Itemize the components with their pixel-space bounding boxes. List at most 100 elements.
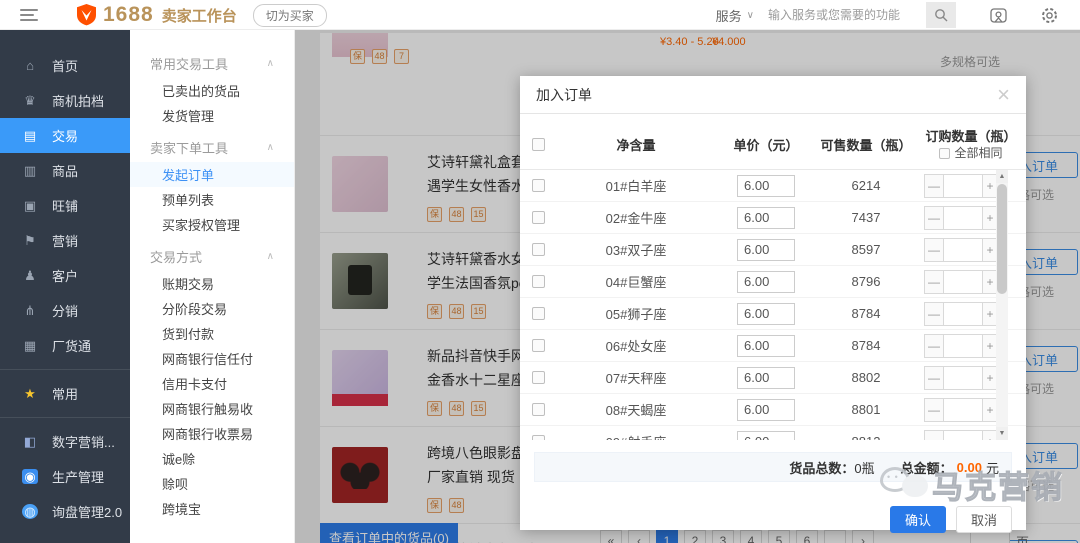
- submenu-item[interactable]: 已卖出的货品: [130, 78, 294, 103]
- qty-minus-button[interactable]: —: [924, 430, 944, 441]
- order-summary-bar: 货品总数： 0瓶 总金额： 0.00 元: [534, 452, 1012, 482]
- submenu-section[interactable]: 卖家下单工具∧: [130, 132, 294, 162]
- factory-icon: ▦: [22, 338, 38, 354]
- scroll-up-icon[interactable]: ▲: [996, 170, 1008, 183]
- qty-input[interactable]: [944, 270, 982, 294]
- sidebar-item-production[interactable]: ◉生产管理: [0, 459, 130, 494]
- submenu-item[interactable]: 网商银行信任付: [130, 346, 294, 371]
- sku-checkbox[interactable]: [532, 275, 545, 288]
- chevron-up-icon: ∧: [267, 251, 274, 262]
- qty-minus-button[interactable]: —: [924, 302, 944, 326]
- sku-checkbox[interactable]: [532, 339, 545, 352]
- qty-minus-button[interactable]: —: [924, 238, 944, 262]
- submenu-item[interactable]: 信用卡支付: [130, 371, 294, 396]
- sidebar-item-star[interactable]: ★常用: [0, 376, 130, 411]
- sku-stock: 7437: [816, 210, 916, 225]
- unit-price-input[interactable]: [737, 175, 795, 197]
- service-dropdown[interactable]: 服务 ∨: [716, 6, 754, 25]
- modal-scrollbar[interactable]: ▲ ▼: [996, 170, 1008, 440]
- scroll-down-icon[interactable]: ▼: [996, 427, 1008, 440]
- sidebar-item-shop[interactable]: ▣旺铺: [0, 188, 130, 223]
- qty-input[interactable]: [944, 398, 982, 422]
- search-input[interactable]: [768, 3, 926, 27]
- qty-minus-button[interactable]: —: [924, 206, 944, 230]
- column-unit-price: 单价（元）: [716, 135, 816, 154]
- qty-input[interactable]: [944, 366, 982, 390]
- menu-icon[interactable]: [20, 9, 38, 21]
- qty-input[interactable]: [944, 430, 982, 441]
- sku-checkbox[interactable]: [532, 211, 545, 224]
- gear-icon[interactable]: [1041, 7, 1058, 24]
- map-icon[interactable]: [990, 7, 1007, 24]
- qty-input[interactable]: [944, 174, 982, 198]
- sku-checkbox[interactable]: [532, 371, 545, 384]
- select-all-checkbox[interactable]: [532, 138, 545, 151]
- sidebar-item-clipboard[interactable]: ▤交易: [0, 118, 130, 153]
- unit-price-input[interactable]: [737, 207, 795, 229]
- submenu-item[interactable]: 货到付款: [130, 321, 294, 346]
- unit-price-input[interactable]: [737, 335, 795, 357]
- switch-to-buyer-button[interactable]: 切为买家: [253, 4, 327, 27]
- submenu-item[interactable]: 赊呗: [130, 471, 294, 496]
- cancel-button[interactable]: 取消: [956, 506, 1012, 533]
- sidebar-item-label: 商机拍档: [52, 91, 104, 110]
- sidebar-item-customer[interactable]: ♟客户: [0, 258, 130, 293]
- scrollbar-thumb[interactable]: [997, 184, 1007, 294]
- submenu-label: 货到付款: [162, 324, 214, 343]
- qty-input[interactable]: [944, 206, 982, 230]
- star-icon: ★: [22, 386, 38, 402]
- unit-price-input[interactable]: [737, 367, 795, 389]
- unit-price-input[interactable]: [737, 303, 795, 325]
- sidebar-item-crown[interactable]: ♛商机拍档: [0, 83, 130, 118]
- submenu-item[interactable]: 跨境宝: [130, 496, 294, 521]
- qty-input[interactable]: [944, 302, 982, 326]
- submenu-item[interactable]: 网商银行收票易: [130, 421, 294, 446]
- sidebar-item-digital-marketing[interactable]: ◧数字营销...: [0, 424, 130, 459]
- sidebar-item-goods[interactable]: ▥商品: [0, 153, 130, 188]
- submenu-item[interactable]: 发起订单: [130, 162, 294, 187]
- sku-checkbox[interactable]: [532, 435, 545, 440]
- sku-checkbox[interactable]: [532, 403, 545, 416]
- qty-input[interactable]: [944, 238, 982, 262]
- sku-checkbox[interactable]: [532, 243, 545, 256]
- all-same-checkbox[interactable]: [939, 148, 950, 159]
- total-amount-unit: 元: [986, 458, 999, 477]
- modal-footer: 确认 取消: [520, 506, 1026, 533]
- sku-price-cell: [737, 271, 795, 293]
- submenu-item[interactable]: 预单列表: [130, 187, 294, 212]
- submenu-item[interactable]: 分阶段交易: [130, 296, 294, 321]
- submenu-section[interactable]: 常用交易工具∧: [130, 48, 294, 78]
- qty-minus-button[interactable]: —: [924, 174, 944, 198]
- search-button[interactable]: [926, 2, 956, 28]
- submenu-item[interactable]: 买家授权管理: [130, 212, 294, 237]
- sidebar-item-share[interactable]: ⋔分销: [0, 293, 130, 328]
- sku-checkbox[interactable]: [532, 179, 545, 192]
- confirm-button[interactable]: 确认: [890, 506, 946, 533]
- sku-stock: 8802: [816, 370, 916, 385]
- submenu-item[interactable]: 账期交易: [130, 271, 294, 296]
- unit-price-input[interactable]: [737, 271, 795, 293]
- submenu-item[interactable]: 网商银行触易收: [130, 396, 294, 421]
- sku-checkbox[interactable]: [532, 307, 545, 320]
- home-icon: ⌂: [22, 58, 38, 73]
- unit-price-input[interactable]: [737, 431, 795, 441]
- sidebar-item-factory[interactable]: ▦厂货通: [0, 328, 130, 363]
- qty-minus-button[interactable]: —: [924, 334, 944, 358]
- submenu-item[interactable]: 诚e赊: [130, 446, 294, 471]
- qty-input[interactable]: [944, 334, 982, 358]
- submenu-label: 网商银行触易收: [162, 399, 253, 418]
- logo-1688[interactable]: 1688 卖家工作台: [76, 3, 237, 27]
- sidebar-item-home[interactable]: ⌂首页: [0, 48, 130, 83]
- sidebar-item-tag[interactable]: ⚑营销: [0, 223, 130, 258]
- qty-minus-button[interactable]: —: [924, 270, 944, 294]
- sidebar-item-inquiry[interactable]: ◍询盘管理2.0: [0, 494, 130, 529]
- close-icon[interactable]: ×: [997, 85, 1010, 105]
- unit-price-input[interactable]: [737, 399, 795, 421]
- submenu-section[interactable]: 交易方式∧: [130, 241, 294, 271]
- submenu-item[interactable]: 发货管理: [130, 103, 294, 128]
- order-sku-row: 04#巨蟹座8796—+: [520, 266, 1026, 298]
- qty-minus-button[interactable]: —: [924, 398, 944, 422]
- total-amount-value: 0.00: [957, 460, 982, 475]
- unit-price-input[interactable]: [737, 239, 795, 261]
- qty-minus-button[interactable]: —: [924, 366, 944, 390]
